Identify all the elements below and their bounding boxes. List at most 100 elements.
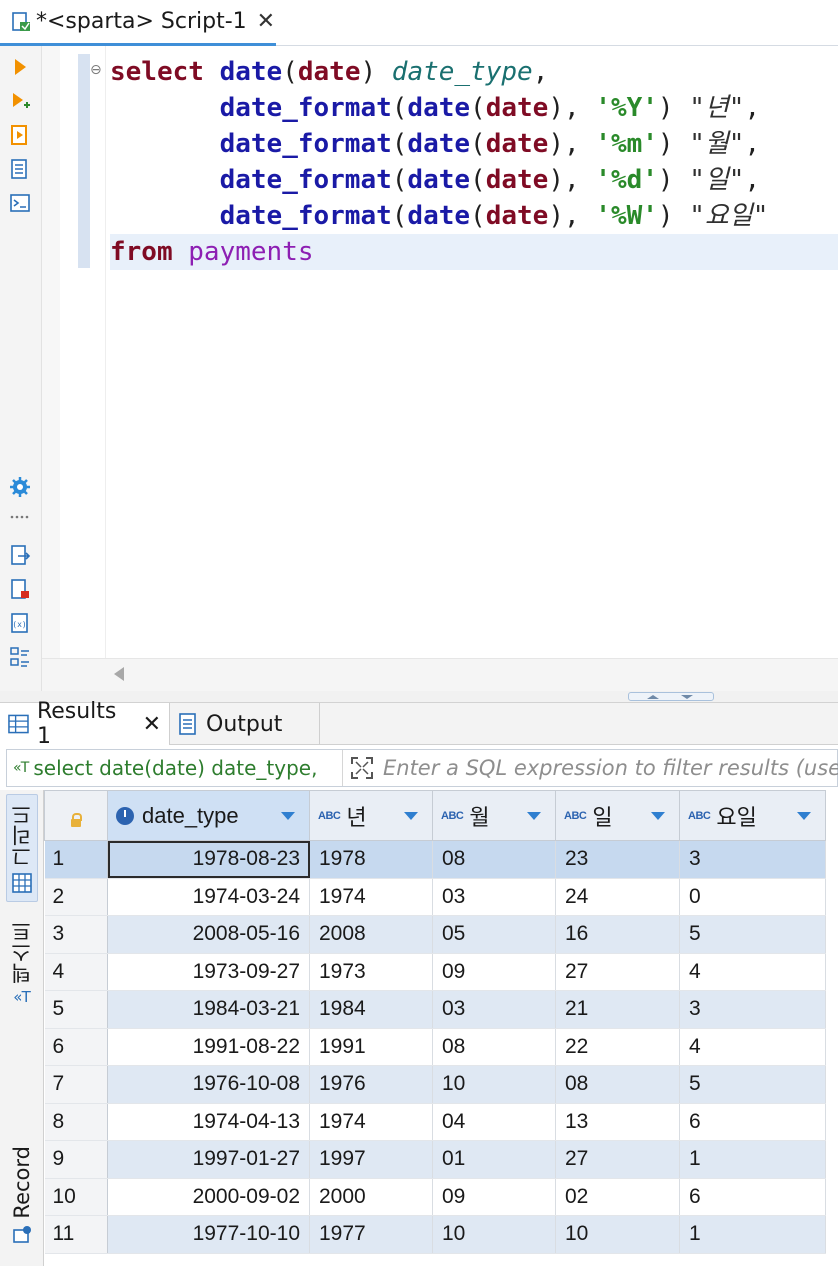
cell-weekday[interactable]: 6	[679, 1103, 826, 1141]
cell-weekday[interactable]: 3	[679, 990, 826, 1029]
table-row[interactable]: 11 1977-10-10 1977 10 10 1	[44, 1215, 826, 1254]
execute-new-tab-icon[interactable]	[9, 90, 31, 112]
cell-year[interactable]: 2000	[309, 1178, 433, 1216]
cell-year[interactable]: 1974	[309, 1103, 433, 1141]
active-query-text[interactable]: «T select date(date) date_type,	[13, 750, 343, 786]
cell-year[interactable]: 1991	[309, 1028, 433, 1066]
cell-date-type[interactable]: 1974-04-13	[107, 1103, 310, 1141]
cell-day[interactable]: 10	[555, 1215, 680, 1254]
row-number[interactable]: 8	[44, 1103, 108, 1141]
cell-weekday[interactable]: 1	[679, 1140, 826, 1179]
filter-expression-input[interactable]	[383, 750, 838, 786]
table-row[interactable]: 6 1991-08-22 1991 08 22 4	[44, 1028, 826, 1066]
table-row[interactable]: 7 1976-10-08 1976 10 08 5	[44, 1065, 826, 1104]
table-row[interactable]: 10 2000-09-02 2000 09 02 6	[44, 1178, 826, 1216]
cell-date-type[interactable]: 1977-10-10	[107, 1215, 310, 1254]
sql-editor[interactable]: select date(date) date_type, date_format…	[110, 54, 838, 270]
cell-weekday[interactable]: 6	[679, 1178, 826, 1216]
cell-day[interactable]: 02	[555, 1178, 680, 1216]
tab-results-close-icon[interactable]: ✕	[143, 712, 161, 737]
settings-gear-icon[interactable]	[9, 476, 31, 498]
cell-day[interactable]: 22	[555, 1028, 680, 1066]
error-file-icon[interactable]	[9, 578, 31, 600]
cell-weekday[interactable]: 4	[679, 1028, 826, 1066]
row-number[interactable]: 6	[44, 1028, 108, 1066]
cell-year[interactable]: 1976	[309, 1065, 433, 1104]
row-number[interactable]: 10	[44, 1178, 108, 1216]
cell-day[interactable]: 23	[555, 840, 680, 879]
cell-month[interactable]: 10	[432, 1065, 556, 1104]
cell-year[interactable]: 1984	[309, 990, 433, 1029]
cell-weekday[interactable]: 3	[679, 840, 826, 879]
row-number[interactable]: 3	[44, 915, 108, 954]
cell-date-type[interactable]: 2000-09-02	[107, 1178, 310, 1216]
row-number[interactable]: 1	[44, 840, 108, 879]
export-icon[interactable]	[9, 544, 31, 566]
explain-plan-icon[interactable]	[9, 158, 31, 180]
cell-weekday[interactable]: 5	[679, 1065, 826, 1104]
cell-day[interactable]: 13	[555, 1103, 680, 1141]
cell-day[interactable]: 08	[555, 1065, 680, 1104]
cell-date-type[interactable]: 1984-03-21	[107, 990, 310, 1029]
view-tab-text[interactable]: 텍스트 «T	[6, 908, 38, 1018]
editor-horizontal-scrollbar[interactable]	[42, 658, 838, 691]
cell-weekday[interactable]: 1	[679, 1215, 826, 1254]
table-row[interactable]: 3 2008-05-16 2008 05 16 5	[44, 915, 826, 954]
cell-day[interactable]: 27	[555, 1140, 680, 1179]
execute-script-icon[interactable]	[9, 124, 31, 146]
column-header-date-type[interactable]: date_type	[107, 790, 310, 841]
cell-day[interactable]: 24	[555, 878, 680, 916]
tab-script-1[interactable]: *<sparta> Script-1 ✕	[0, 0, 276, 46]
cell-day[interactable]: 27	[555, 953, 680, 991]
tab-output[interactable]: Output	[170, 703, 320, 745]
cell-year[interactable]: 1978	[309, 840, 433, 879]
fold-collapse-icon[interactable]: ⊖	[90, 62, 102, 78]
outline-icon[interactable]	[9, 646, 31, 668]
row-number[interactable]: 9	[44, 1140, 108, 1179]
cell-date-type[interactable]: 1978-08-23	[107, 840, 310, 879]
cell-date-type[interactable]: 1973-09-27	[107, 953, 310, 991]
table-row[interactable]: 5 1984-03-21 1984 03 21 3	[44, 990, 826, 1029]
table-row[interactable]: 4 1973-09-27 1973 09 27 4	[44, 953, 826, 991]
maximize-restore-handle[interactable]	[628, 692, 714, 701]
row-number[interactable]: 2	[44, 878, 108, 916]
view-tab-record[interactable]: Record	[6, 1130, 38, 1260]
column-sort-icon[interactable]	[281, 811, 295, 820]
cell-month[interactable]: 09	[432, 953, 556, 991]
cell-month[interactable]: 08	[432, 840, 556, 879]
column-sort-icon[interactable]	[651, 811, 665, 820]
cell-date-type[interactable]: 1991-08-22	[107, 1028, 310, 1066]
cell-year[interactable]: 1974	[309, 878, 433, 916]
column-header-month[interactable]: ABC 월	[432, 790, 556, 841]
variables-icon[interactable]: (x)	[9, 612, 31, 634]
cell-month[interactable]: 08	[432, 1028, 556, 1066]
row-number[interactable]: 11	[44, 1215, 108, 1254]
cell-year[interactable]: 1973	[309, 953, 433, 991]
cell-date-type[interactable]: 2008-05-16	[107, 915, 310, 954]
column-sort-icon[interactable]	[527, 811, 541, 820]
table-row[interactable]: 8 1974-04-13 1974 04 13 6	[44, 1103, 826, 1141]
cell-day[interactable]: 21	[555, 990, 680, 1029]
execute-statement-icon[interactable]	[9, 56, 31, 78]
cell-weekday[interactable]: 5	[679, 915, 826, 954]
more-dots-icon[interactable]	[9, 512, 31, 522]
cell-date-type[interactable]: 1997-01-27	[107, 1140, 310, 1179]
cell-date-type[interactable]: 1976-10-08	[107, 1065, 310, 1104]
cell-month[interactable]: 04	[432, 1103, 556, 1141]
console-icon[interactable]	[9, 192, 31, 214]
expand-query-icon[interactable]	[349, 755, 375, 781]
cell-month[interactable]: 09	[432, 1178, 556, 1216]
column-sort-icon[interactable]	[797, 811, 811, 820]
scroll-left-arrow-icon[interactable]	[114, 667, 124, 681]
column-header-year[interactable]: ABC 년	[309, 790, 433, 841]
row-number[interactable]: 5	[44, 990, 108, 1029]
cell-year[interactable]: 2008	[309, 915, 433, 954]
row-number-header[interactable]	[44, 790, 108, 841]
column-header-weekday[interactable]: ABC 요일	[679, 790, 826, 841]
cell-month[interactable]: 10	[432, 1215, 556, 1254]
cell-date-type[interactable]: 1974-03-24	[107, 878, 310, 916]
row-number[interactable]: 4	[44, 953, 108, 991]
table-row[interactable]: 1 1978-08-23 1978 08 23 3	[44, 840, 826, 879]
view-tab-grid[interactable]: 그리드	[6, 794, 38, 902]
cell-month[interactable]: 03	[432, 878, 556, 916]
